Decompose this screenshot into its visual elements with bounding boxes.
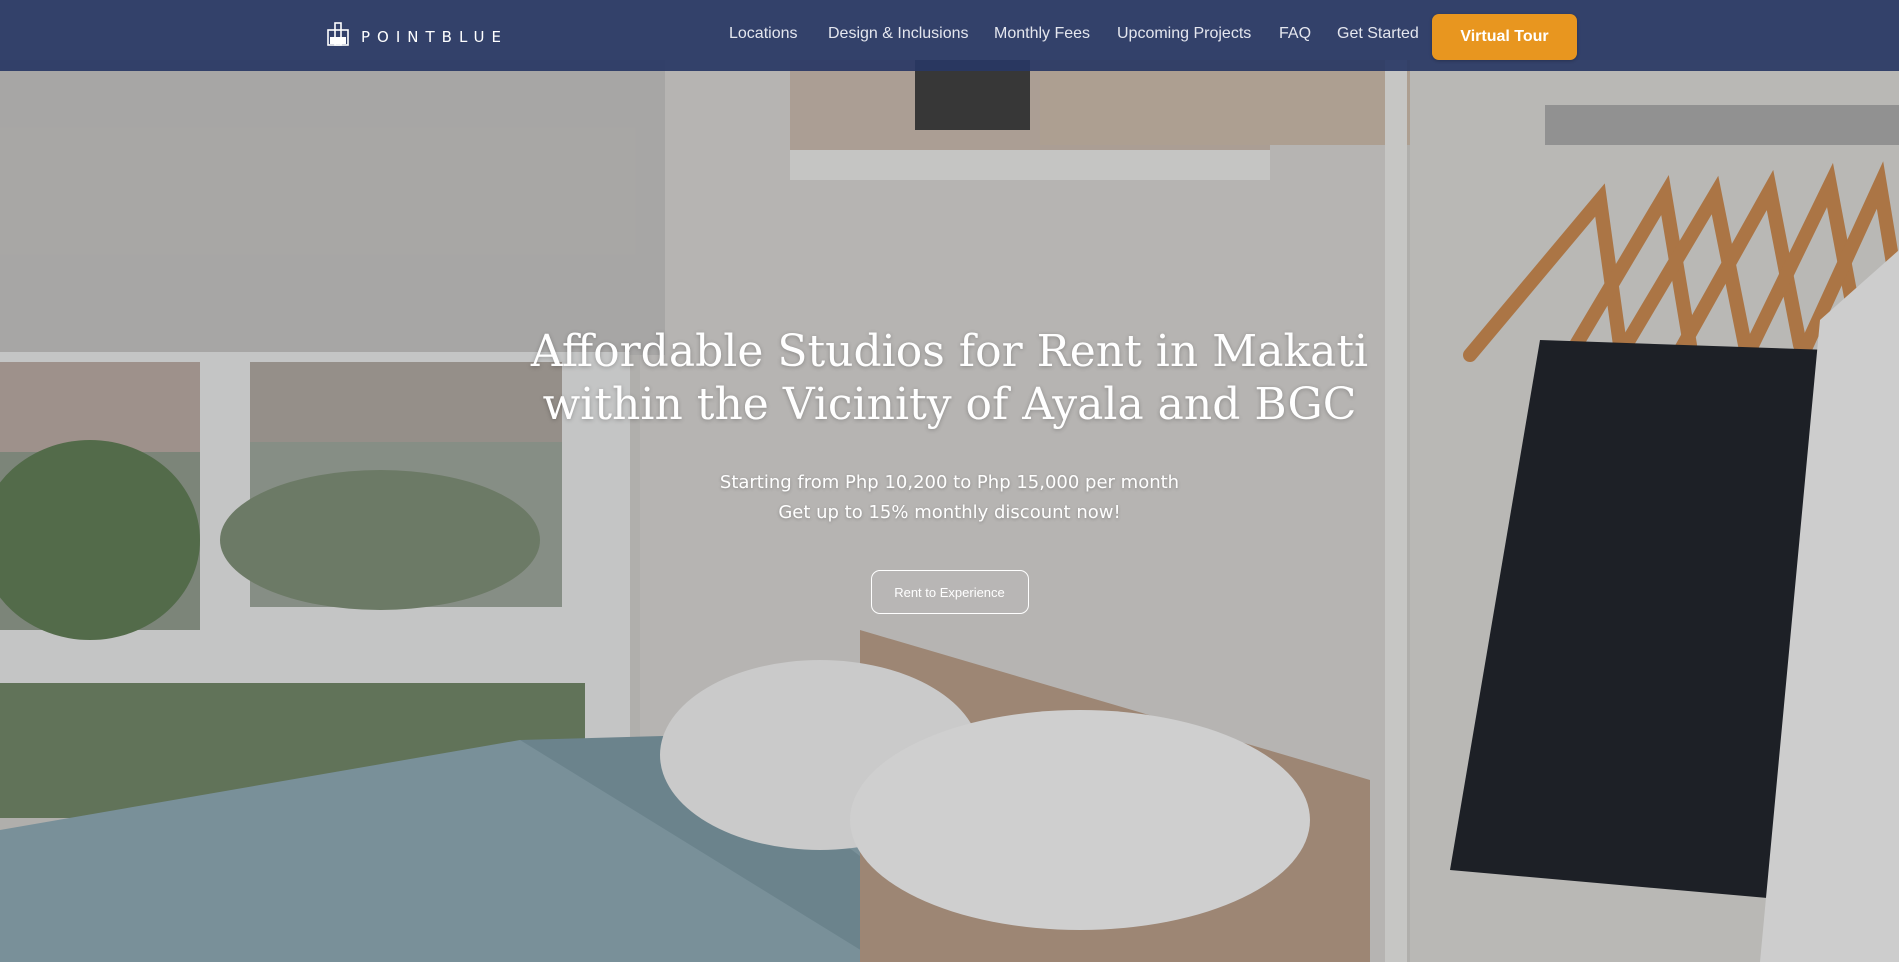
- hero-title-line-1: Affordable Studios for Rent in Makati: [530, 326, 1369, 377]
- nav-link-design-inclusions[interactable]: Design & Inclusions: [828, 25, 969, 43]
- nav-link-faq[interactable]: FAQ: [1279, 25, 1311, 43]
- nav-link-upcoming-projects[interactable]: Upcoming Projects: [1117, 25, 1251, 43]
- hero-discount-text: Get up to 15% monthly discount now!: [778, 502, 1121, 523]
- nav-link-get-started[interactable]: Get Started: [1337, 25, 1419, 43]
- hero-section: Affordable Studios for Rent in Makati wi…: [0, 325, 1899, 614]
- hero-title-line-2: within the Vicinity of Ayala and BGC: [542, 379, 1357, 430]
- hero-title: Affordable Studios for Rent in Makati wi…: [0, 325, 1899, 431]
- main-nav: Locations Design & Inclusions Monthly Fe…: [0, 0, 1899, 71]
- page: POINTBLUE Locations Design & Inclusions …: [0, 0, 1899, 962]
- nav-link-monthly-fees[interactable]: Monthly Fees: [994, 25, 1090, 43]
- navbar: POINTBLUE Locations Design & Inclusions …: [0, 0, 1899, 71]
- nav-link-locations[interactable]: Locations: [729, 25, 798, 43]
- hero-subtitle: Starting from Php 10,200 to Php 15,000 p…: [0, 468, 1899, 528]
- virtual-tour-button[interactable]: Virtual Tour: [1432, 14, 1577, 60]
- hero-price-range: Starting from Php 10,200 to Php 15,000 p…: [719, 472, 1180, 493]
- rent-to-experience-button[interactable]: Rent to Experience: [870, 570, 1029, 614]
